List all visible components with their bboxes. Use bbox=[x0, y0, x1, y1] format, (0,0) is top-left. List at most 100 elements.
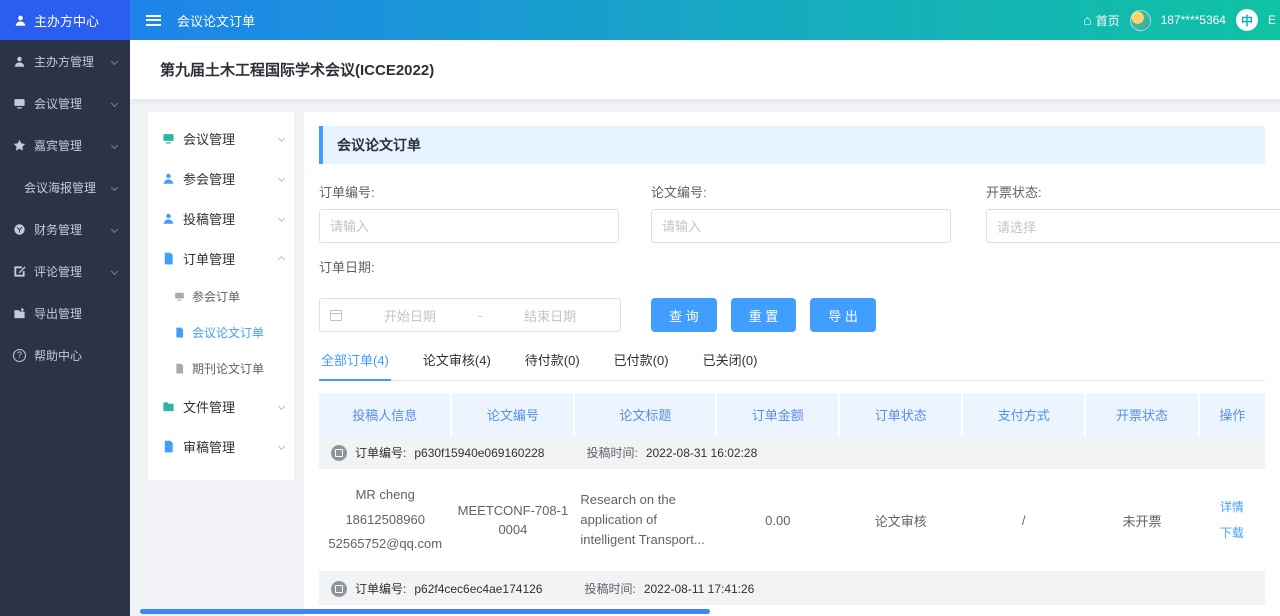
horizontal-scrollbar-thumb[interactable] bbox=[140, 609, 710, 614]
user-icon bbox=[162, 212, 175, 225]
sidebar-item-label: 会议管理 bbox=[34, 95, 104, 112]
menu-item-label: 审稿管理 bbox=[183, 437, 271, 456]
menu-item-label: 参会管理 bbox=[183, 169, 271, 188]
date-end-placeholder: 结束日期 bbox=[490, 306, 610, 325]
home-label: 首页 bbox=[1096, 12, 1120, 29]
filter-row: 订单编号: 论文编号: 开票状态: 请选择 bbox=[319, 182, 1265, 243]
action-buttons: 查 询 重 置 导 出 bbox=[651, 298, 876, 332]
sidebar-item-poster-mgmt[interactable]: 会议海报管理 bbox=[0, 166, 130, 208]
paper-no-input[interactable] bbox=[651, 209, 951, 243]
sidebar-item-label: 会议海报管理 bbox=[24, 179, 104, 196]
filter-order-date: 订单日期: 开始日期 - 结束日期 查 询 重 置 导 出 bbox=[319, 257, 1265, 332]
amount-cell: 0.00 bbox=[716, 605, 839, 616]
language-toggle[interactable]: 中 bbox=[1236, 9, 1258, 31]
menu-item-submission-mgmt[interactable]: 投稿管理 bbox=[148, 198, 294, 238]
download-link[interactable]: 下载 bbox=[1205, 520, 1259, 546]
avatar[interactable] bbox=[1130, 10, 1151, 31]
sidebar-item-conference-mgmt[interactable]: 会议管理 bbox=[0, 82, 130, 124]
order-group-header: 订单编号: p630f15940e069160228 投稿时间: 2022-08… bbox=[319, 436, 1265, 469]
submit-time-caption: 投稿时间: bbox=[586, 444, 637, 461]
submitter-name: MR cheng bbox=[325, 483, 445, 508]
document-icon bbox=[174, 327, 185, 338]
sidebar-item-label: 评论管理 bbox=[34, 263, 104, 280]
export-icon bbox=[13, 307, 26, 320]
order-group-header: 订单编号: p62f4cec6ec4ae174126 投稿时间: 2022-08… bbox=[319, 572, 1265, 606]
home-icon: ⌂ bbox=[1083, 13, 1091, 27]
col-payment-method: 支付方式 bbox=[962, 393, 1085, 436]
invoice-cell: 未开票 bbox=[1085, 469, 1199, 572]
topbar-main: 会议论文订单 ⌂ 首页 187****5364 中 E bbox=[130, 0, 1280, 40]
order-no-caption: 订单编号: bbox=[355, 580, 406, 597]
sidebar-item-finance-mgmt[interactable]: 财务管理 bbox=[0, 208, 130, 250]
sidebar-item-guest-mgmt[interactable]: 嘉宾管理 bbox=[0, 124, 130, 166]
menu-subitem-attendee-orders[interactable]: 参会订单 bbox=[148, 278, 294, 314]
date-separator: - bbox=[478, 308, 482, 323]
sidebar-item-label: 帮助中心 bbox=[34, 347, 120, 364]
tab-paper-review[interactable]: 论文审核(4) bbox=[421, 350, 493, 380]
monitor-icon bbox=[162, 132, 175, 145]
chevron-down-icon bbox=[111, 183, 118, 190]
menu-subitem-conference-paper-orders[interactable]: 会议论文订单 bbox=[148, 314, 294, 350]
menu-item-file-mgmt[interactable]: 文件管理 bbox=[148, 386, 294, 426]
home-link[interactable]: ⌂ 首页 bbox=[1083, 12, 1119, 29]
tab-all-orders[interactable]: 全部订单(4) bbox=[319, 350, 391, 380]
actions-cell: 详情 下载 bbox=[1199, 469, 1265, 572]
invoice-status-select[interactable]: 请选择 bbox=[986, 209, 1280, 243]
paper-title-cell: Research on the application of intellige… bbox=[574, 469, 716, 572]
col-invoice-status: 开票状态 bbox=[1085, 393, 1199, 436]
chevron-down-icon bbox=[111, 99, 118, 106]
status-cell: 论文审核 bbox=[839, 469, 962, 572]
invoice-status-label: 开票状态: bbox=[986, 182, 1280, 201]
menu-item-label: 文件管理 bbox=[183, 397, 271, 416]
actions-cell: 详情 下载 bbox=[1199, 605, 1265, 616]
invoice-cell: 未开票 bbox=[1085, 605, 1199, 616]
topbar: 主办方中心 会议论文订单 ⌂ 首页 187****5364 中 E bbox=[0, 0, 1280, 40]
menu-item-label: 投稿管理 bbox=[183, 209, 271, 228]
star-icon bbox=[13, 139, 26, 152]
sidebar-item-organizer-mgmt[interactable]: 主办方管理 bbox=[0, 40, 130, 82]
orders-panel: 会议论文订单 订单编号: 论文编号: 开票状态: 请选择 bbox=[304, 112, 1280, 616]
col-paper-title: 论文标题 bbox=[574, 393, 716, 436]
export-button[interactable]: 导 出 bbox=[810, 298, 876, 332]
sidebar-item-help-center[interactable]: ? 帮助中心 bbox=[0, 334, 130, 376]
brand[interactable]: 主办方中心 bbox=[0, 0, 130, 40]
sidebar-item-export-mgmt[interactable]: 导出管理 bbox=[0, 292, 130, 334]
menu-item-attendee-mgmt[interactable]: 参会管理 bbox=[148, 158, 294, 198]
panel-title-band: 会议论文订单 bbox=[319, 126, 1265, 164]
hamburger-icon[interactable] bbox=[146, 15, 161, 26]
detail-link[interactable]: 详情 bbox=[1205, 494, 1259, 520]
menu-item-conference-mgmt[interactable]: 会议管理 bbox=[148, 118, 294, 158]
chevron-up-icon bbox=[278, 256, 285, 263]
menu-subitem-label: 参会订单 bbox=[192, 288, 240, 305]
reset-button[interactable]: 重 置 bbox=[731, 298, 797, 332]
conference-header: 第九届土木工程国际学术会议(ICCE2022) bbox=[130, 40, 1280, 100]
submitter-phone: 18612508960 bbox=[325, 508, 445, 533]
amount-cell: 0.00 bbox=[716, 469, 839, 572]
tab-pending-payment[interactable]: 待付款(0) bbox=[523, 350, 582, 380]
order-no-input[interactable] bbox=[319, 209, 619, 243]
search-button[interactable]: 查 询 bbox=[651, 298, 717, 332]
col-submitter-info: 投稿人信息 bbox=[319, 393, 451, 436]
inner-menu: 会议管理 参会管理 投稿管理 订单管理 参会订单 bbox=[148, 112, 294, 480]
topbar-right: ⌂ 首页 187****5364 中 E bbox=[1083, 9, 1270, 31]
order-icon bbox=[331, 581, 347, 597]
payment-cell: / bbox=[962, 605, 1085, 616]
date-range-picker[interactable]: 开始日期 - 结束日期 bbox=[319, 298, 621, 332]
filter-order-no: 订单编号: bbox=[319, 182, 619, 243]
menu-item-review-mgmt[interactable]: 审稿管理 bbox=[148, 426, 294, 466]
language-toggle-label: 中 bbox=[1241, 12, 1253, 29]
paper-no-label: 论文编号: bbox=[651, 182, 951, 201]
sidebar-item-comment-mgmt[interactable]: 评论管理 bbox=[0, 250, 130, 292]
order-icon bbox=[331, 445, 347, 461]
menu-item-order-mgmt[interactable]: 订单管理 bbox=[148, 238, 294, 278]
col-actions: 操作 bbox=[1199, 393, 1265, 436]
menu-item-label: 订单管理 bbox=[183, 249, 271, 268]
tab-paid[interactable]: 已付款(0) bbox=[612, 350, 671, 380]
select-placeholder: 请选择 bbox=[997, 217, 1036, 236]
monitor-icon bbox=[13, 97, 26, 110]
date-button-row: 开始日期 - 结束日期 查 询 重 置 导 出 bbox=[319, 298, 1265, 332]
tab-closed[interactable]: 已关闭(0) bbox=[701, 350, 760, 380]
chevron-down-icon bbox=[111, 57, 118, 64]
menu-subitem-journal-paper-orders[interactable]: 期刊论文订单 bbox=[148, 350, 294, 386]
user-icon bbox=[14, 14, 27, 27]
